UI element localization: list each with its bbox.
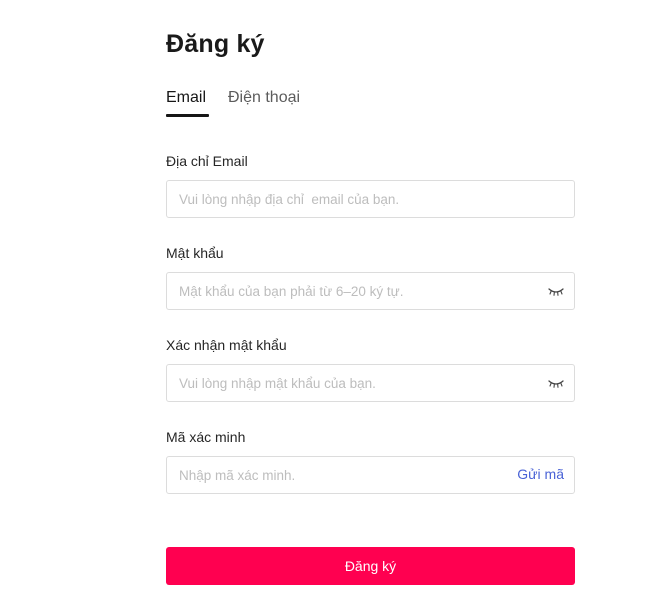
verification-code-label: Mã xác minh xyxy=(166,429,246,445)
verification-code-field: Gửi mã xyxy=(166,456,575,494)
signup-method-tabs: Email Điện thoại xyxy=(166,88,466,118)
email-label: Địa chỉ Email xyxy=(166,153,248,169)
confirm-password-field xyxy=(166,364,575,402)
password-input[interactable] xyxy=(179,273,519,309)
password-label: Mật khẩu xyxy=(166,245,224,261)
eye-closed-icon[interactable] xyxy=(548,285,564,297)
signup-page: Đăng ký Email Điện thoại Địa chỉ Email M… xyxy=(0,0,650,606)
eye-closed-icon[interactable] xyxy=(548,377,564,389)
tab-phone[interactable]: Điện thoại xyxy=(228,88,300,108)
send-code-button[interactable]: Gửi mã xyxy=(517,466,564,482)
tab-email[interactable]: Email xyxy=(166,88,206,108)
confirm-password-label: Xác nhận mật khẩu xyxy=(166,337,287,353)
confirm-password-input[interactable] xyxy=(179,365,519,401)
verification-code-input[interactable] xyxy=(179,457,499,493)
page-title: Đăng ký xyxy=(166,30,265,58)
email-field xyxy=(166,180,575,218)
email-input[interactable] xyxy=(179,181,519,217)
password-field xyxy=(166,272,575,310)
signup-button[interactable]: Đăng ký xyxy=(166,547,575,585)
active-tab-indicator xyxy=(166,114,209,117)
